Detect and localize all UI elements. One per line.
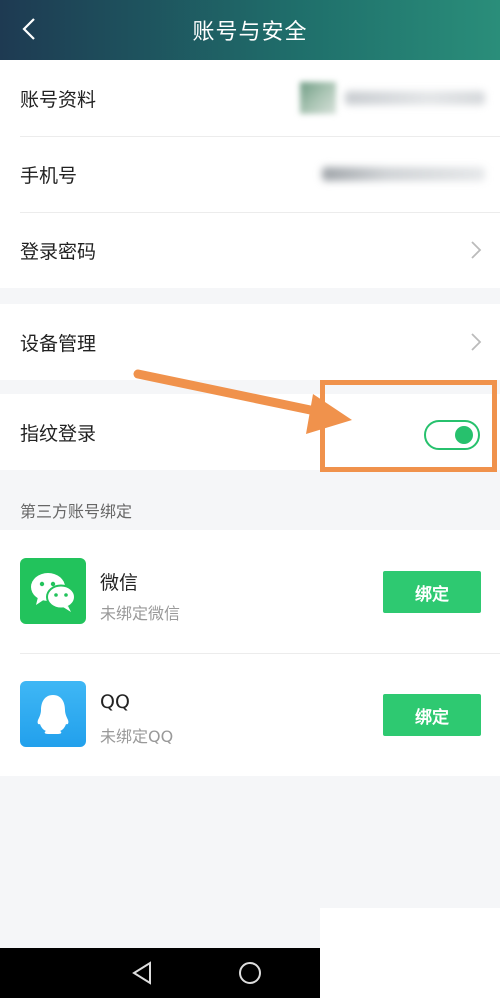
back-button[interactable] — [14, 14, 44, 44]
system-navigation-bar — [0, 948, 320, 998]
wechat-name: 微信 — [100, 572, 139, 594]
phone-row[interactable]: 手机号 — [0, 136, 500, 212]
account-group: 账号资料 手机号 登录密码 — [0, 60, 500, 288]
chevron-left-icon — [22, 18, 35, 40]
account-profile-label: 账号资料 — [20, 88, 97, 111]
white-corner-area — [320, 908, 500, 998]
fingerprint-login-row: 指纹登录 — [0, 394, 500, 470]
third-party-group: 微信 未绑定微信 绑定 QQ 未绑定QQ 绑定 — [0, 530, 500, 776]
fingerprint-login-label: 指纹登录 — [20, 422, 97, 445]
avatar — [300, 82, 336, 114]
nav-back-icon[interactable] — [130, 960, 156, 986]
wechat-row: 微信 未绑定微信 绑定 — [0, 530, 500, 653]
login-password-row[interactable]: 登录密码 — [0, 212, 500, 288]
phone-label: 手机号 — [20, 164, 78, 187]
device-management-label: 设备管理 — [20, 332, 97, 355]
qq-status: 未绑定QQ — [100, 727, 174, 746]
top-bar: 账号与安全 — [0, 0, 500, 60]
third-party-caption: 第三方账号绑定 — [20, 502, 133, 521]
wechat-icon — [20, 558, 86, 624]
qq-icon — [20, 681, 86, 747]
fingerprint-group: 指纹登录 — [0, 394, 500, 470]
bind-qq-button[interactable]: 绑定 — [383, 694, 481, 736]
redacted-phone-number — [322, 167, 485, 181]
qq-row: QQ 未绑定QQ 绑定 — [0, 653, 500, 776]
wechat-status: 未绑定微信 — [100, 604, 181, 623]
qq-name: QQ — [100, 691, 130, 713]
fingerprint-toggle[interactable] — [424, 420, 480, 450]
page-title: 账号与安全 — [192, 20, 308, 45]
chevron-right-icon — [471, 241, 482, 259]
device-group: 设备管理 — [0, 304, 500, 380]
chevron-right-icon — [471, 333, 482, 351]
bind-wechat-button[interactable]: 绑定 — [383, 571, 481, 613]
toggle-knob — [455, 426, 473, 444]
account-profile-row[interactable]: 账号资料 — [0, 60, 500, 136]
login-password-label: 登录密码 — [20, 240, 97, 263]
nav-home-icon[interactable] — [237, 960, 263, 986]
redacted-nickname — [345, 91, 485, 105]
device-management-row[interactable]: 设备管理 — [0, 304, 500, 380]
